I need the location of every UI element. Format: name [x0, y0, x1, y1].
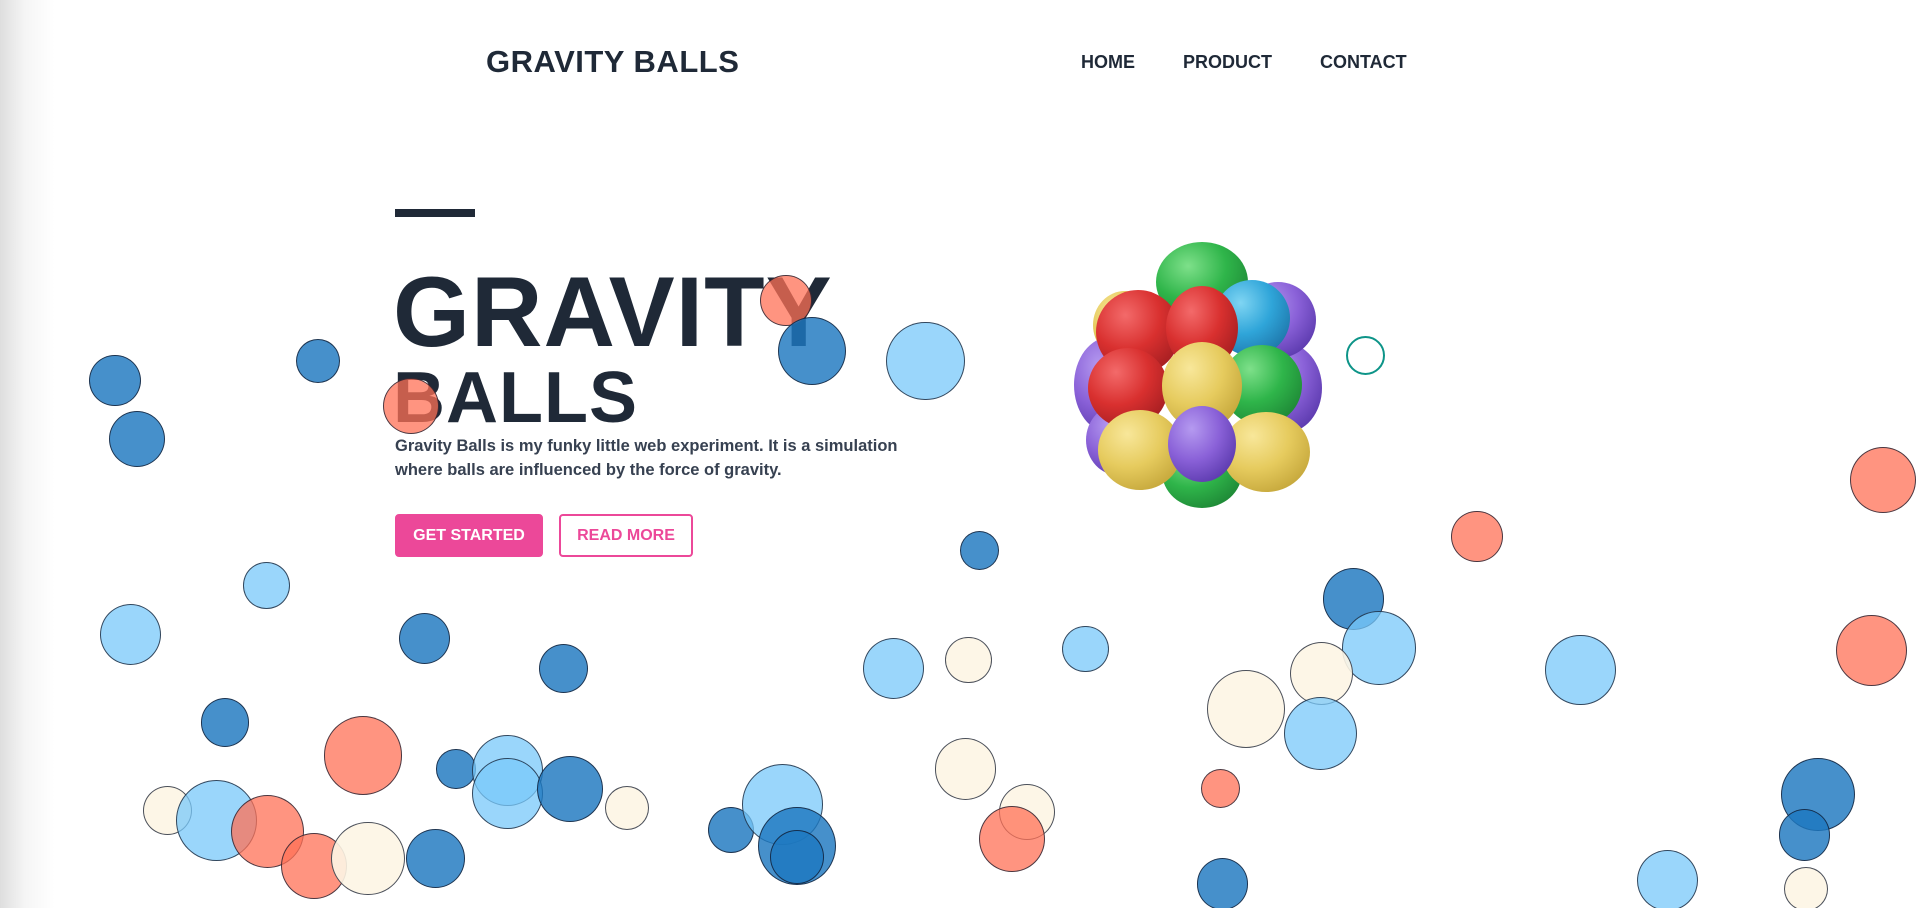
gravity-ball: [998, 783, 1056, 840]
get-started-button[interactable]: GET STARTED: [395, 514, 543, 557]
gravity-ball: [295, 338, 340, 383]
cluster-lobe: [1168, 406, 1236, 482]
left-edge-shadow: [0, 0, 55, 908]
gravity-ball: [770, 830, 824, 884]
gravity-ball: [323, 716, 403, 795]
gravity-ball: [945, 636, 992, 684]
nav-link-contact[interactable]: CONTACT: [1320, 52, 1407, 73]
gravity-ball: [1783, 866, 1828, 908]
gravity-ball: [979, 805, 1046, 872]
gravity-ball: [436, 749, 476, 789]
gravity-ball: [863, 638, 925, 700]
nav-link-home[interactable]: HOME: [1081, 52, 1135, 73]
gravity-ball: [539, 644, 589, 694]
gravity-ball: [935, 738, 997, 800]
gravity-ball: [405, 828, 465, 888]
gravity-ball: [1781, 757, 1855, 832]
gravity-ball: [707, 806, 755, 854]
gravity-ball: [1283, 696, 1358, 771]
gravity-ball: [1342, 611, 1416, 685]
gravity-ball: [1849, 447, 1916, 514]
gravity-ball: [959, 530, 999, 570]
gravity-ball: [1200, 769, 1240, 809]
gravity-ball: [243, 562, 290, 609]
nav-link-product[interactable]: PRODUCT: [1183, 52, 1272, 73]
site-logo[interactable]: GRAVITY BALLS: [486, 44, 739, 80]
gravity-ball: [1451, 511, 1503, 563]
main-nav: HOME PRODUCT CONTACT: [1081, 52, 1407, 73]
gravity-ball: [536, 755, 603, 822]
gravity-ball: [1062, 625, 1109, 673]
gravity-ball: [281, 832, 348, 899]
gravity-ball: [471, 757, 543, 829]
gravity-ball: [1836, 614, 1908, 686]
gravity-balls-layer: [0, 0, 1917, 908]
gravity-ball: [1637, 849, 1699, 908]
gravity-ball: [89, 354, 141, 406]
gravity-ball: [757, 806, 837, 886]
gravity-ball: [398, 612, 450, 664]
gravity-ball: [231, 794, 305, 869]
gravity-ball: [331, 821, 405, 895]
hero-title-line-2: BALLS: [393, 358, 638, 438]
gravity-ball: [1778, 809, 1831, 861]
gravity-ball: [176, 780, 257, 861]
gravity-ball: [1196, 858, 1249, 908]
hero-description: Gravity Balls is my funky little web exp…: [395, 437, 898, 479]
gravity-ball: [471, 734, 543, 806]
colorful-ball-cluster-icon: [1074, 242, 1322, 508]
gravity-ball: [605, 786, 650, 831]
ring-ball: [1346, 336, 1386, 376]
gravity-ball: [200, 698, 250, 747]
gravity-ball: [742, 764, 823, 845]
gravity-ball: [143, 786, 192, 835]
read-more-button[interactable]: READ MORE: [559, 514, 693, 557]
gravity-ball: [1322, 568, 1384, 630]
gravity-ball: [108, 410, 166, 468]
hero-accent-rule: [395, 209, 475, 217]
gravity-ball: [100, 603, 162, 666]
gravity-ball: [1206, 669, 1285, 749]
page: GRAVITY BALLS HOME PRODUCT CONTACT GRAVI…: [0, 0, 1917, 908]
gravity-ball: [1289, 641, 1354, 706]
gravity-ball: [1545, 634, 1617, 706]
hero-title-line-1: GRAVITY: [393, 256, 833, 367]
gravity-ball: [886, 321, 965, 400]
